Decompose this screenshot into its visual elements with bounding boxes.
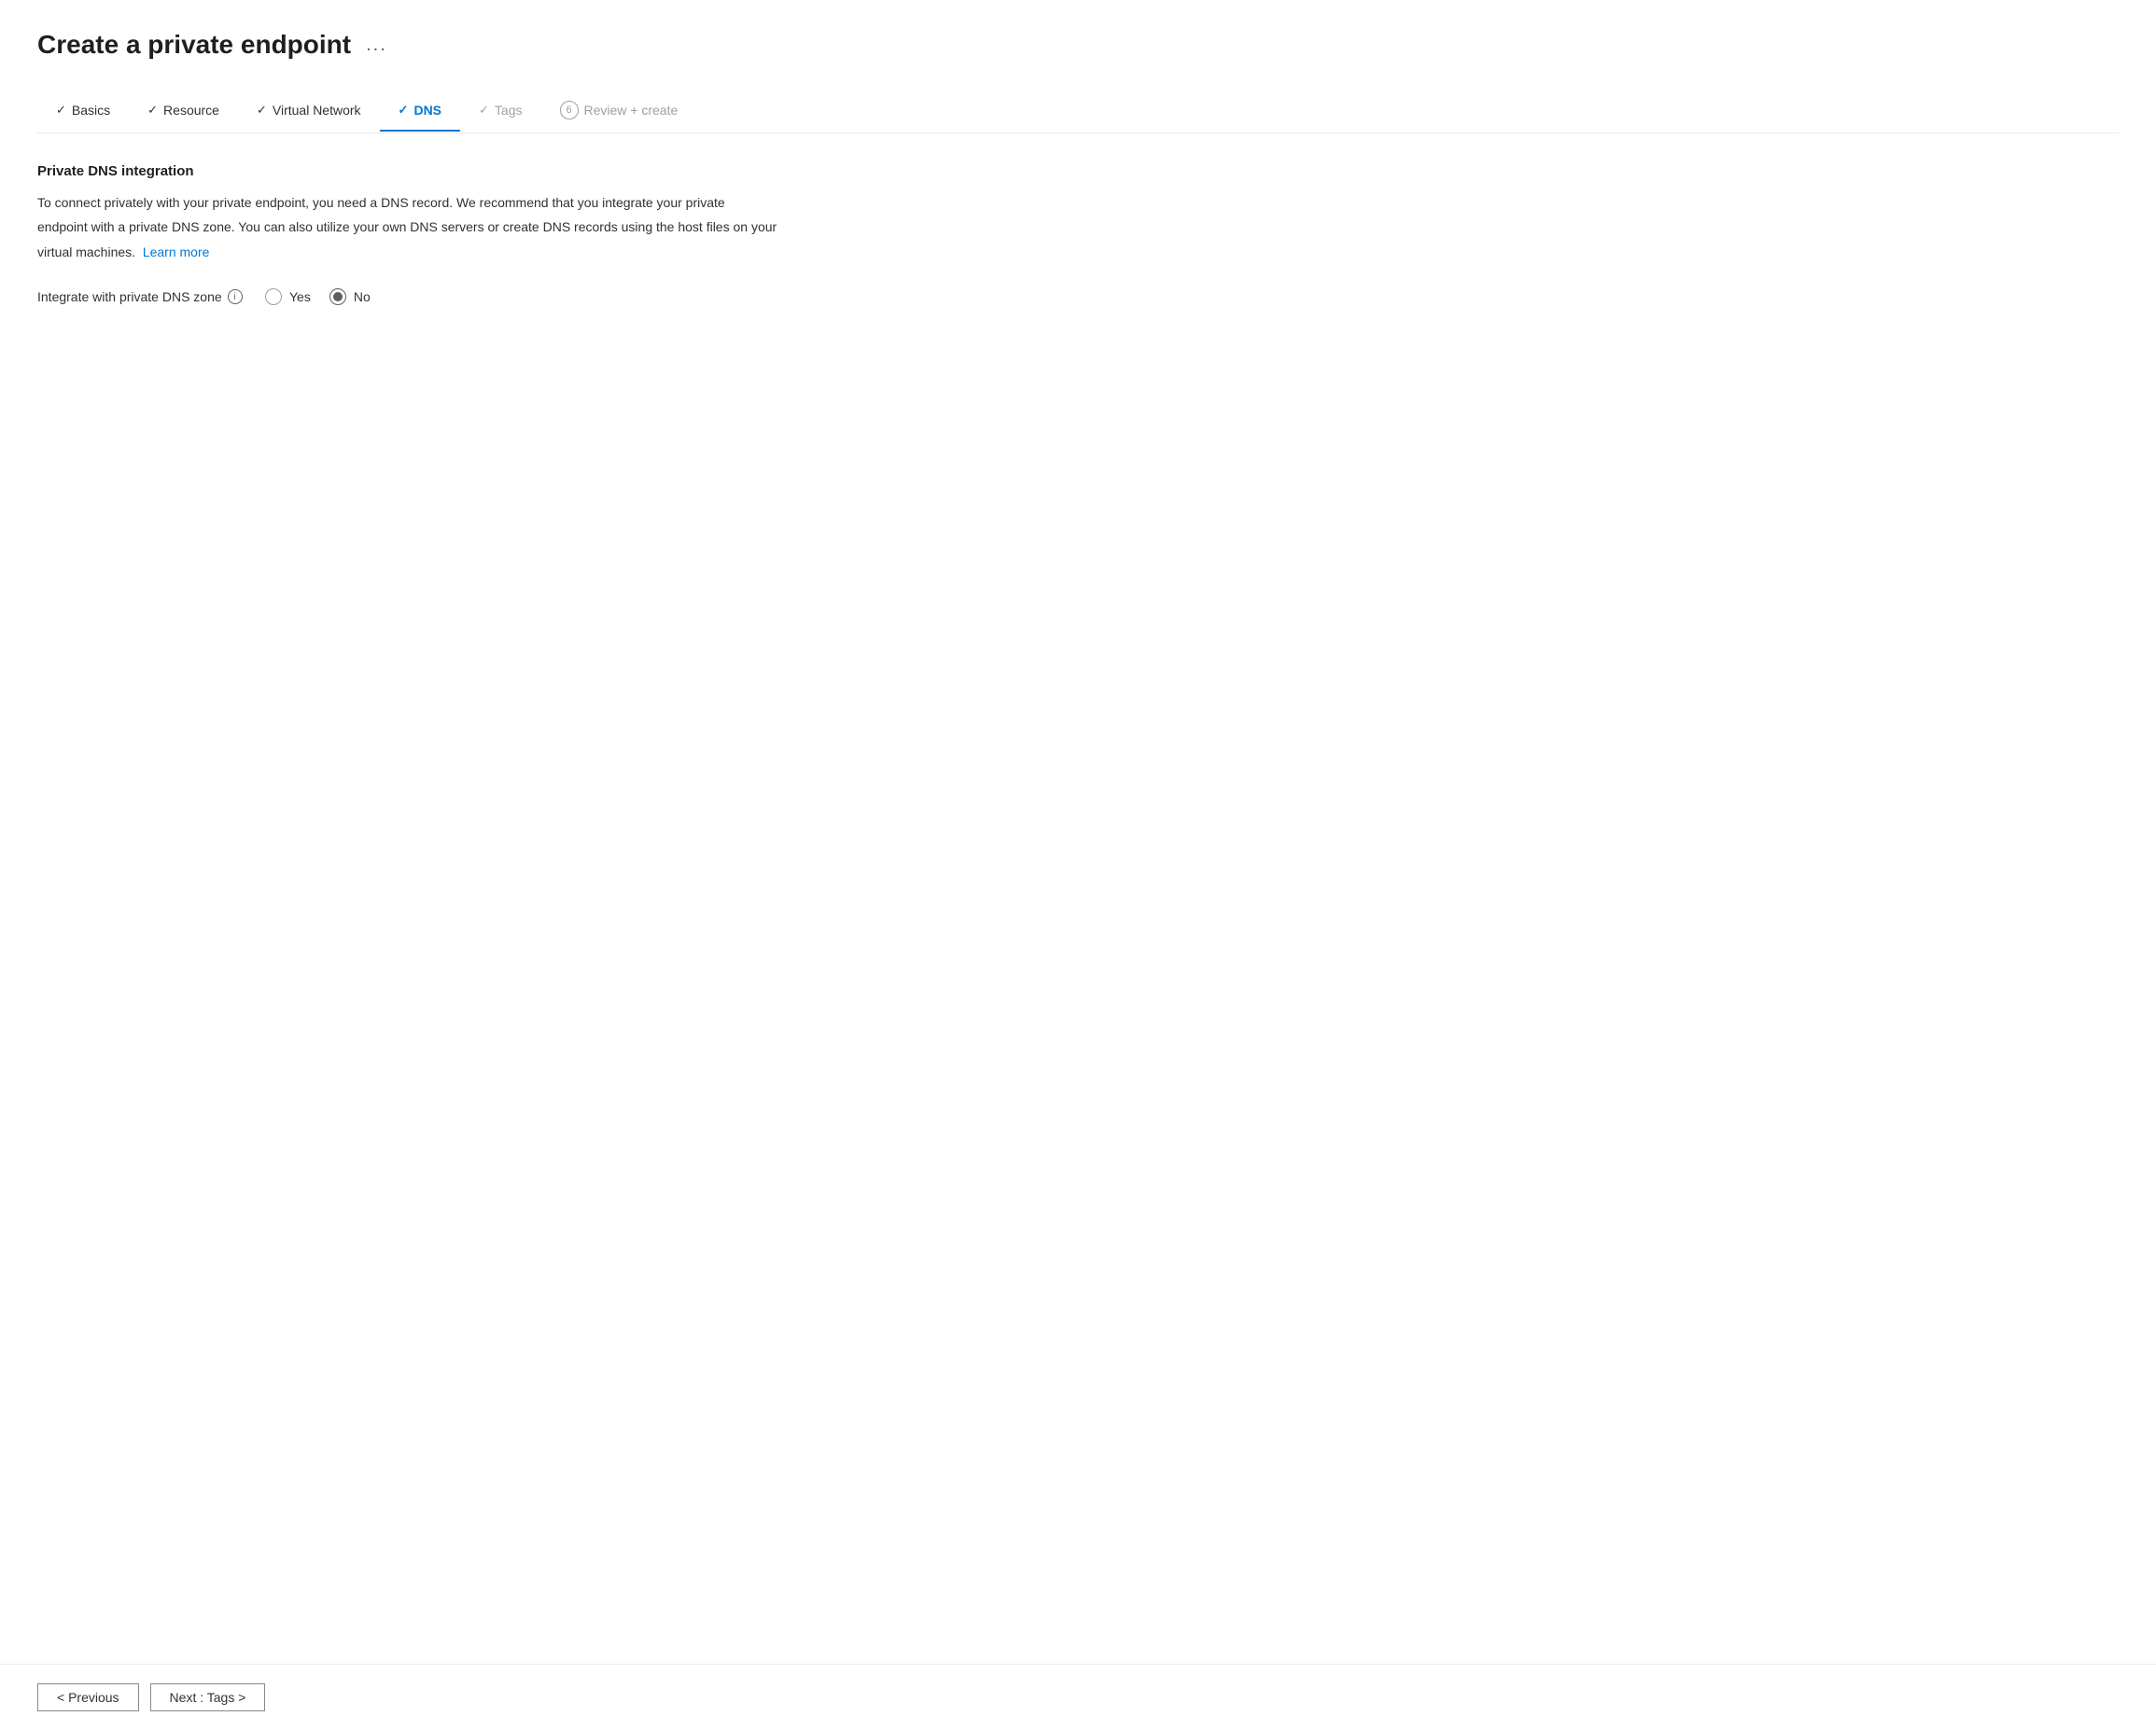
step-review-create-label: Review + create [584,103,679,118]
resource-check-icon: ✓ [147,103,158,118]
radio-circle-yes [265,288,282,305]
radio-label-no: No [354,289,371,304]
radio-label-yes: Yes [289,289,311,304]
step-review-create[interactable]: 6 Review + create [541,90,697,133]
description-text-3: virtual machines. Learn more [37,242,877,262]
step-resource[interactable]: ✓ Resource [129,91,238,131]
ellipsis-menu-button[interactable]: ... [362,31,391,60]
virtual-network-check-icon: ✓ [257,103,267,118]
main-content: Private DNS integration To connect priva… [37,163,877,305]
tags-check-icon: ✓ [479,103,489,118]
step-virtual-network[interactable]: ✓ Virtual Network [238,91,380,131]
description-text-1: To connect privately with your private e… [37,192,877,213]
info-icon[interactable]: i [228,289,243,304]
description-text-2: endpoint with a private DNS zone. You ca… [37,216,877,237]
step-tags-label: Tags [495,103,523,118]
dns-check-icon: ✓ [399,103,409,118]
step-tags[interactable]: ✓ Tags [460,91,540,131]
step-resource-label: Resource [163,103,219,118]
review-create-number: 6 [560,101,579,119]
learn-more-link[interactable]: Learn more [143,244,210,259]
radio-option-yes[interactable]: Yes [265,288,311,305]
basics-check-icon: ✓ [56,103,66,118]
field-row: Integrate with private DNS zone i Yes No [37,288,877,305]
step-basics-label: Basics [72,103,110,118]
field-label: Integrate with private DNS zone i [37,289,243,304]
next-button[interactable]: Next : Tags > [150,1683,266,1711]
wizard-steps: ✓ Basics ✓ Resource ✓ Virtual Network ✓ … [37,90,2119,133]
radio-group: Yes No [265,288,371,305]
step-virtual-network-label: Virtual Network [273,103,361,118]
step-basics[interactable]: ✓ Basics [37,91,129,131]
step-dns[interactable]: ✓ DNS [380,91,460,131]
page-title: Create a private endpoint [37,30,351,60]
page-title-row: Create a private endpoint ... [37,30,2119,60]
footer: < Previous Next : Tags > [0,1664,2156,1730]
radio-option-no[interactable]: No [329,288,371,305]
radio-circle-no [329,288,346,305]
field-label-text: Integrate with private DNS zone [37,289,222,304]
previous-button[interactable]: < Previous [37,1683,139,1711]
step-dns-label: DNS [413,103,441,118]
section-title: Private DNS integration [37,163,877,179]
